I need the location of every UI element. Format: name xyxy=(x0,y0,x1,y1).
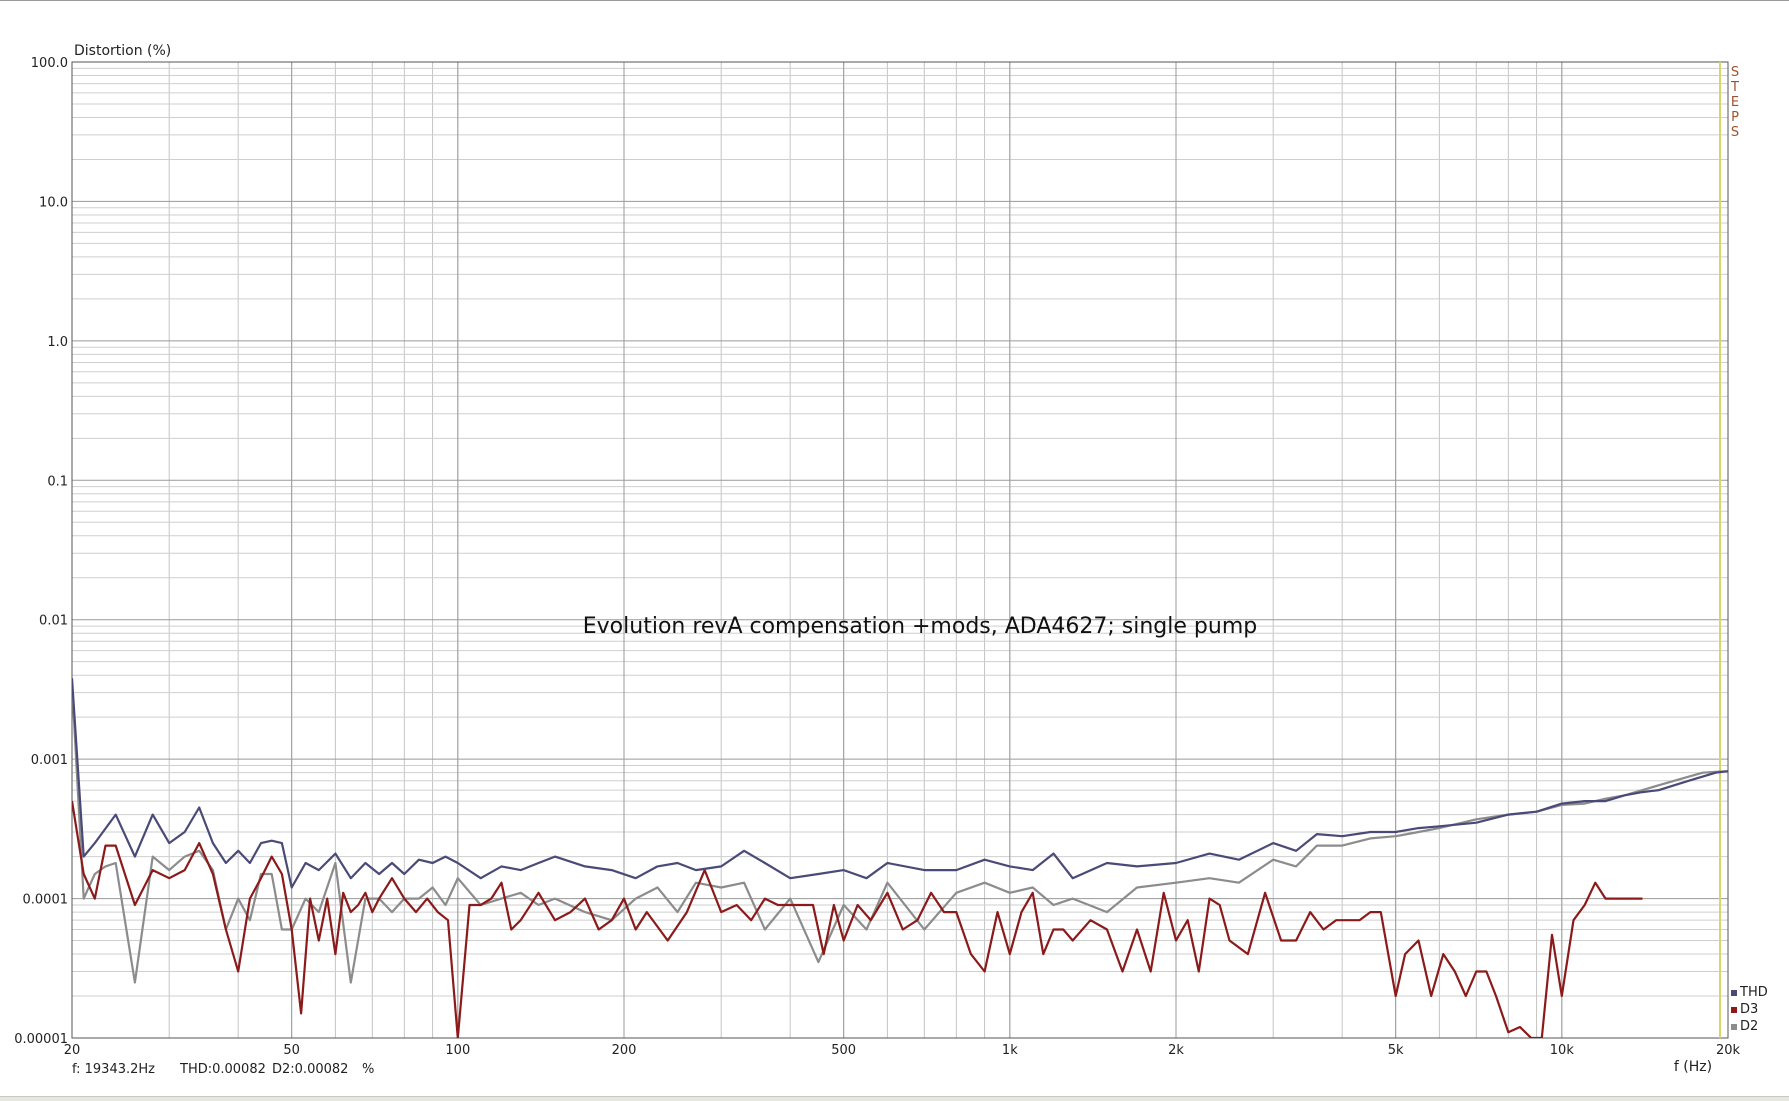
legend[interactable]: THD D3 D2 xyxy=(1731,985,1768,1034)
plot-frame xyxy=(71,61,1729,1039)
steps-letter: T xyxy=(1730,80,1739,95)
y-axis-label: Distortion (%) xyxy=(74,43,171,59)
minor-grid xyxy=(71,62,1729,1038)
status-readout: f: 19343.2Hz THD:0.00082 D2:0.00082 % xyxy=(72,1062,374,1077)
y-tick-label: 0.00001 xyxy=(14,1032,68,1047)
rew-window: 100.0 10.0 1.0 0.1 0.01 0.001 0.0001 0.00001 20… xyxy=(0,0,1789,1101)
legend-label-thd[interactable]: THD xyxy=(1739,985,1768,1000)
legend-swatch-thd xyxy=(1731,990,1737,996)
steps-letter: E xyxy=(1731,95,1739,110)
y-tick-label: 10.0 xyxy=(39,195,68,210)
x-tick-label: 2k xyxy=(1168,1043,1184,1058)
steps-letter: S xyxy=(1731,125,1739,140)
legend-label-d3[interactable]: D3 xyxy=(1740,1002,1758,1017)
chart-annotation: Evolution revA compensation +mods, ADA46… xyxy=(583,614,1257,639)
status-d2: D2:0.00082 xyxy=(272,1062,348,1077)
x-tick-label: 1k xyxy=(1002,1043,1018,1058)
legend-swatch-d2 xyxy=(1731,1024,1737,1030)
x-tick-label: 50 xyxy=(283,1043,300,1058)
y-tick-label: 0.0001 xyxy=(23,893,69,908)
y-tick-label: 1.0 xyxy=(47,335,68,350)
steps-letter: S xyxy=(1731,65,1739,80)
x-tick-label: 20k xyxy=(1716,1043,1741,1058)
series-group xyxy=(72,678,1728,1038)
legend-label-d2[interactable]: D2 xyxy=(1740,1019,1758,1034)
x-tick-label: 5k xyxy=(1388,1043,1404,1058)
x-tick-label: 20 xyxy=(64,1043,81,1058)
x-axis-label: f (Hz) xyxy=(1674,1059,1712,1075)
status-frequency: f: 19343.2Hz xyxy=(72,1062,155,1077)
y-tick-label: 0.01 xyxy=(39,614,68,629)
distortion-chart: 100.0 10.0 1.0 0.1 0.01 0.001 0.0001 0.00001 20… xyxy=(14,43,1768,1077)
status-thd: THD:0.00082 xyxy=(179,1062,266,1077)
x-tick-label: 10k xyxy=(1550,1043,1575,1058)
x-tick-label: 500 xyxy=(831,1043,856,1058)
x-tick-label: 100 xyxy=(445,1043,470,1058)
steps-letter: P xyxy=(1731,110,1739,125)
y-axis-ticks: 100.0 10.0 1.0 0.1 0.01 0.001 0.0001 0.00001 xyxy=(14,56,68,1047)
y-tick-label: 0.1 xyxy=(47,474,68,489)
y-tick-label: 100.0 xyxy=(31,56,68,71)
status-unit: % xyxy=(362,1062,374,1077)
x-tick-label: 200 xyxy=(612,1043,637,1058)
steps-side-label: STEPS xyxy=(1730,65,1739,140)
legend-swatch-d3 xyxy=(1731,1007,1737,1013)
major-grid xyxy=(71,62,1729,1038)
window-bottom-edge xyxy=(0,1096,1789,1101)
x-axis-ticks: 20 50 100 200 500 1k 2k 5k 10k 20k xyxy=(64,1043,1741,1058)
y-tick-label: 0.001 xyxy=(31,753,68,768)
